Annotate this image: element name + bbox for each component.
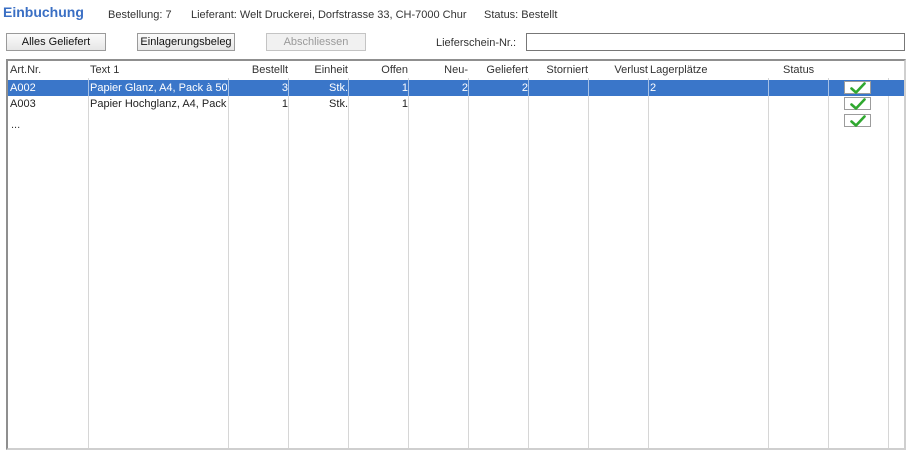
check-icon xyxy=(849,81,866,94)
column-divider xyxy=(468,61,469,448)
col-header-bestellt[interactable]: Bestellt xyxy=(252,64,288,76)
column-divider xyxy=(828,61,829,448)
column-divider xyxy=(648,61,649,448)
column-divider xyxy=(588,61,589,448)
abschliessen-button[interactable]: Abschliessen xyxy=(266,33,366,51)
row-confirm-checkbox[interactable] xyxy=(844,81,871,94)
cell-artnr: A002 xyxy=(10,82,36,94)
cell-bestellt: 1 xyxy=(281,98,288,110)
column-divider xyxy=(888,61,889,448)
einlagerungsbeleg-button[interactable]: Einlagerungsbeleg xyxy=(137,33,235,51)
lieferschein-label: Lieferschein-Nr.: xyxy=(436,37,517,49)
col-header-lagerplaetze[interactable]: Lagerplätze xyxy=(650,64,708,76)
cell-einheit: Stk. xyxy=(329,82,348,94)
cell-lagerplaetze[interactable]: 2 xyxy=(650,82,656,94)
table-header: Art.Nr. Text 1 Bestellt Einheit Offen Ne… xyxy=(8,61,904,78)
column-divider xyxy=(288,61,289,448)
column-divider xyxy=(528,61,529,448)
col-header-text1[interactable]: Text 1 xyxy=(90,64,119,76)
cell-einheit: Stk. xyxy=(329,98,348,110)
col-header-offen[interactable]: Offen xyxy=(381,64,408,76)
check-icon xyxy=(849,97,866,110)
items-grid[interactable]: Art.Nr. Text 1 Bestellt Einheit Offen Ne… xyxy=(6,59,906,450)
table-row[interactable]: A003 Papier Hochglanz, A4, Pack à 500 1 … xyxy=(8,96,904,112)
row-confirm-checkbox[interactable] xyxy=(844,114,871,127)
col-header-status[interactable]: Status xyxy=(783,64,814,76)
cell-geliefert[interactable]: 2 xyxy=(522,82,528,94)
col-header-artnr[interactable]: Art.Nr. xyxy=(10,64,41,76)
alles-geliefert-button[interactable]: Alles Geliefert xyxy=(6,33,106,51)
col-header-storniert[interactable]: Storniert xyxy=(546,64,588,76)
column-divider xyxy=(88,61,89,448)
cell-neu[interactable]: 2 xyxy=(462,82,468,94)
col-header-neu[interactable]: Neu- xyxy=(444,64,468,76)
cell-offen: 1 xyxy=(401,98,408,110)
cell-text: Papier Glanz, A4, Pack à 500 xyxy=(90,82,227,94)
col-header-verlust[interactable]: Verlust xyxy=(614,64,648,76)
lieferschein-input[interactable] xyxy=(526,33,905,51)
cell-text: Papier Hochglanz, A4, Pack à 500 xyxy=(90,98,227,110)
column-divider xyxy=(228,61,229,448)
col-header-einheit[interactable]: Einheit xyxy=(314,64,348,76)
more-rows-indicator: ... xyxy=(11,119,21,131)
cell-bestellt: 3 xyxy=(281,82,288,94)
supplier-info: Lieferant: Welt Druckerei, Dorfstrasse 3… xyxy=(191,9,467,21)
row-confirm-checkbox[interactable] xyxy=(844,97,871,110)
order-status: Status: Bestellt xyxy=(484,9,558,21)
column-divider xyxy=(768,61,769,448)
page-title: Einbuchung xyxy=(3,4,84,20)
cell-artnr: A003 xyxy=(10,98,36,110)
cell-offen: 1 xyxy=(401,82,408,94)
column-divider xyxy=(348,61,349,448)
col-header-geliefert[interactable]: Geliefert xyxy=(486,64,528,76)
check-icon xyxy=(849,114,866,127)
table-row[interactable]: A002 Papier Glanz, A4, Pack à 500 3 Stk.… xyxy=(8,80,904,96)
column-divider xyxy=(408,61,409,448)
order-number: Bestellung: 7 xyxy=(108,9,172,21)
